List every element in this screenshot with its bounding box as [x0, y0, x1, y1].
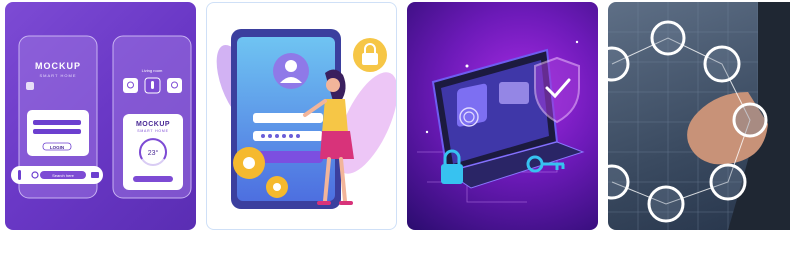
padlock-icon	[441, 164, 463, 184]
touch-network-tile[interactable]	[608, 2, 790, 230]
smart-home-mockup-image: MOCKUP SMART HOME LOGIN Search here Livi…	[11, 35, 192, 199]
mockup-smart-home-tile[interactable]: MOCKUP SMART HOME LOGIN Search here Livi…	[5, 2, 196, 230]
touch-network-image	[608, 2, 790, 230]
user-icon	[285, 60, 297, 72]
right-phone-subtitle: SMART HOME	[137, 129, 169, 133]
laptop-security-tile[interactable]	[407, 2, 598, 230]
network-nodes	[608, 20, 768, 223]
temperature-value: 23°	[148, 149, 159, 157]
left-phone-title: MOCKUP	[35, 61, 81, 71]
login-illustration-tile[interactable]	[206, 2, 397, 230]
right-phone-header: Living room	[142, 68, 163, 73]
login-illustration-image	[216, 29, 396, 209]
right-phone-title: MOCKUP	[136, 121, 170, 128]
left-phone-subtitle: SMART HOME	[40, 73, 77, 78]
search-placeholder: Search here	[52, 173, 75, 178]
login-button: LOGIN	[50, 145, 64, 150]
calendar-icon	[26, 82, 34, 90]
thermometer-icon	[151, 81, 154, 89]
lock-icon	[362, 53, 378, 65]
laptop-security-image	[417, 40, 585, 203]
